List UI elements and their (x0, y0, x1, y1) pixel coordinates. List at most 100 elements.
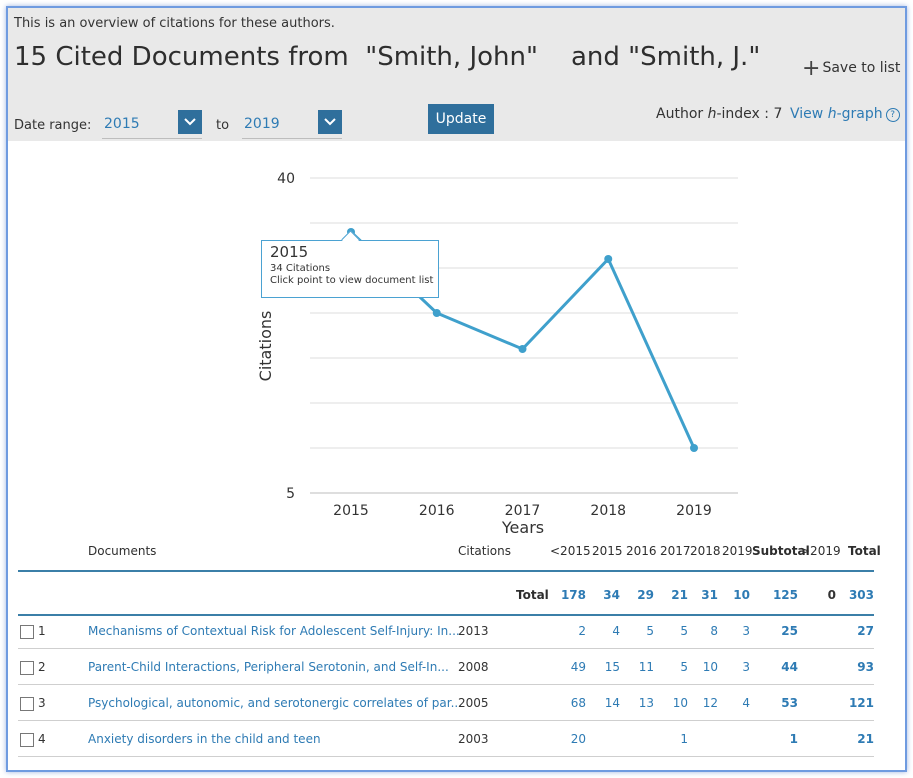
chevron-down-icon[interactable] (318, 110, 342, 134)
row-index: 1 (38, 624, 46, 638)
row-index: 2 (38, 660, 46, 674)
page-title: 15 Cited Documents from "Smith, John" an… (14, 42, 761, 72)
cell-subtotal[interactable]: 53 (764, 696, 798, 710)
cell-y2019[interactable]: 3 (716, 624, 750, 638)
header-bar: This is an overview of citations for the… (8, 8, 905, 141)
help-icon[interactable]: ? (885, 108, 900, 122)
y-tick-label: 5 (286, 486, 295, 502)
total-lt2015[interactable]: 178 (552, 588, 586, 602)
cell-lt2015[interactable]: 20 (552, 732, 586, 746)
row-checkbox[interactable] (20, 733, 34, 747)
cell-total[interactable]: 27 (840, 624, 874, 638)
total-2015[interactable]: 34 (586, 588, 620, 602)
document-title-link[interactable]: Anxiety disorders in the child and teen (88, 732, 321, 746)
cell-total[interactable]: 93 (840, 660, 874, 674)
document-year: 2008 (458, 660, 489, 674)
cell-y2018[interactable]: 10 (684, 660, 718, 674)
x-tick-label: 2019 (676, 503, 712, 519)
row-checkbox[interactable] (20, 697, 34, 711)
total-2019[interactable]: 10 (716, 588, 750, 602)
cell-y2019[interactable]: 3 (716, 660, 750, 674)
cell-y2017[interactable]: 5 (654, 660, 688, 674)
cell-y2015[interactable]: 14 (586, 696, 620, 710)
totals-label: Total (516, 588, 549, 602)
plus-icon: + (802, 56, 821, 81)
cell-lt2015[interactable]: 68 (552, 696, 586, 710)
x-tick-label: 2017 (505, 503, 541, 519)
cell-y2015[interactable]: 15 (586, 660, 620, 674)
chart-tooltip: 2015 34 Citations Click point to view do… (261, 230, 439, 298)
row-divider (18, 648, 874, 649)
chevron-down-icon[interactable] (178, 110, 202, 134)
document-title-link[interactable]: Psychological, autonomic, and serotonerg… (88, 696, 462, 710)
intro-text: This is an overview of citations for the… (14, 16, 335, 31)
save-to-list-button[interactable]: + Save to list (802, 56, 900, 81)
document-title-link[interactable]: Parent-Child Interactions, Peripheral Se… (88, 660, 449, 674)
update-button[interactable]: Update (428, 104, 494, 134)
view-h-graph-prefix: View (790, 106, 828, 122)
cell-subtotal[interactable]: 44 (764, 660, 798, 674)
cell-y2018[interactable]: 8 (684, 624, 718, 638)
total-2016[interactable]: 29 (620, 588, 654, 602)
totals-divider (18, 614, 874, 616)
col-header-2016: 2016 (626, 544, 657, 558)
from-year-select[interactable]: 2015 (102, 110, 202, 139)
col-header-gt2019: >2019 (800, 544, 841, 558)
total-subtotal[interactable]: 125 (764, 588, 798, 602)
col-header-2017: 2017 (660, 544, 691, 558)
row-divider (18, 684, 874, 685)
total-2018[interactable]: 31 (684, 588, 718, 602)
view-h-graph-link[interactable]: View h-graph? (790, 106, 900, 122)
total-2017[interactable]: 21 (654, 588, 688, 602)
data-point[interactable] (432, 309, 441, 317)
document-year: 2005 (458, 696, 489, 710)
author-h-index: Author h-index : 7 (656, 106, 782, 122)
row-divider (18, 756, 874, 757)
document-year: 2003 (458, 732, 489, 746)
cell-total[interactable]: 121 (840, 696, 874, 710)
cell-lt2015[interactable]: 2 (552, 624, 586, 638)
total-gt2019: 0 (827, 588, 836, 602)
row-checkbox[interactable] (20, 661, 34, 675)
col-header-lt2015: <2015 (550, 544, 591, 558)
col-header-2018: 2018 (690, 544, 721, 558)
view-h-graph-h: h (827, 106, 837, 122)
cell-y2018[interactable]: 12 (684, 696, 718, 710)
tooltip-citations: 34 Citations (270, 263, 331, 274)
x-tick-label: 2015 (333, 503, 369, 519)
cell-y2016[interactable]: 5 (620, 624, 654, 638)
total-total[interactable]: 303 (840, 588, 874, 602)
cell-subtotal[interactable]: 1 (764, 732, 798, 746)
cell-lt2015[interactable]: 49 (552, 660, 586, 674)
document-title-link[interactable]: Mechanisms of Contextual Risk for Adoles… (88, 624, 460, 638)
col-header-citations: Citations (458, 544, 512, 558)
cell-y2017[interactable]: 10 (654, 696, 688, 710)
tooltip-year: 2015 (270, 243, 309, 261)
cell-y2017[interactable]: 5 (654, 624, 688, 638)
y-axis-label: Citations (256, 311, 275, 382)
header-divider (18, 570, 874, 572)
cell-subtotal[interactable]: 25 (764, 624, 798, 638)
h-index-value: -index : 7 (716, 106, 783, 122)
to-year-value: 2019 (244, 116, 280, 132)
to-label: to (216, 118, 230, 133)
citations-line-chart: 40 5 2015 2016 2017 2018 2019 Citations Years (256, 171, 738, 537)
cell-y2017[interactable]: 1 (654, 732, 688, 746)
document-year: 2013 (458, 624, 489, 638)
tooltip-hint: Click point to view document list (270, 275, 434, 286)
col-header-2015: 2015 (592, 544, 623, 558)
cell-y2016[interactable]: 11 (620, 660, 654, 674)
view-h-graph-suffix: -graph (836, 106, 883, 122)
row-index: 4 (38, 732, 46, 746)
row-checkbox[interactable] (20, 625, 34, 639)
to-year-select[interactable]: 2019 (242, 110, 342, 139)
x-tick-label: 2016 (419, 503, 455, 519)
data-point[interactable] (604, 255, 613, 263)
data-point[interactable] (690, 444, 698, 452)
from-year-value: 2015 (104, 116, 140, 132)
cell-y2015[interactable]: 4 (586, 624, 620, 638)
cell-total[interactable]: 21 (840, 732, 874, 746)
cell-y2016[interactable]: 13 (620, 696, 654, 710)
data-point[interactable] (518, 345, 527, 353)
cell-y2019[interactable]: 4 (716, 696, 750, 710)
